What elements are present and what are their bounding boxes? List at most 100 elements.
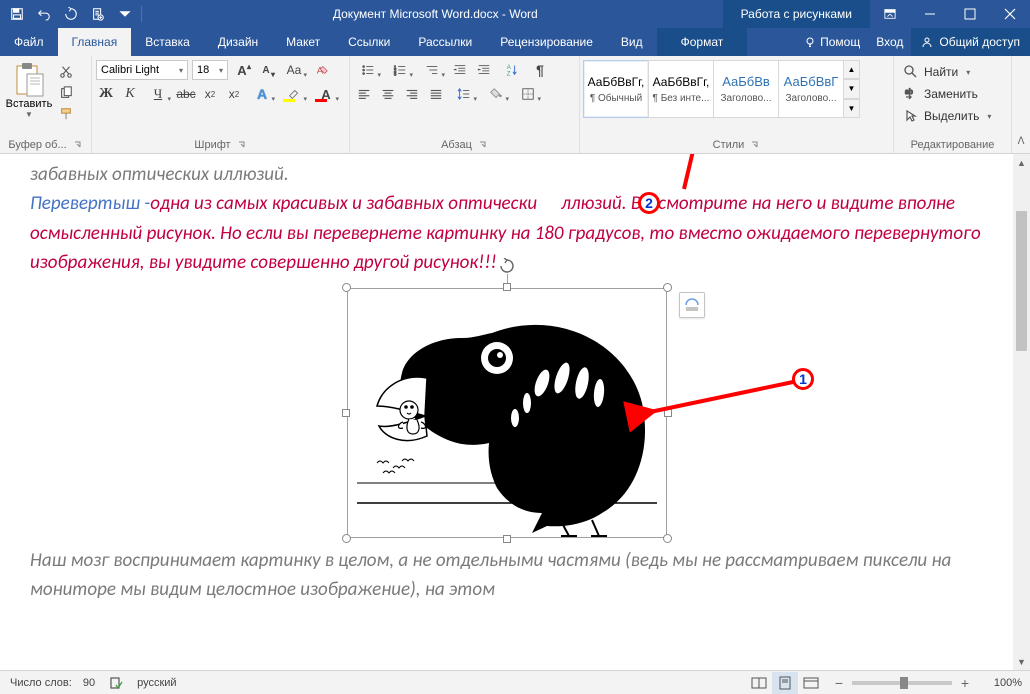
style-heading1[interactable]: АаБбВвЗаголово... <box>713 60 779 118</box>
find-button[interactable]: Найти▾ <box>904 62 991 82</box>
print-layout-button[interactable] <box>772 672 798 694</box>
resize-handle-s[interactable] <box>503 535 511 543</box>
styles-scroll-up[interactable]: ▲ <box>843 60 860 79</box>
minimize-button[interactable] <box>910 0 950 28</box>
borders-button[interactable]: ▾ <box>514 84 542 104</box>
tab-layout[interactable]: Макет <box>272 28 334 56</box>
font-size-combo[interactable]: 18▾ <box>192 60 228 80</box>
decrease-indent-button[interactable] <box>450 60 470 80</box>
tab-home[interactable]: Главная <box>58 28 132 56</box>
resize-handle-ne[interactable] <box>663 283 672 292</box>
read-mode-button[interactable] <box>746 672 772 694</box>
change-case-button[interactable]: Aa▾ <box>280 60 308 80</box>
clear-formatting-button[interactable]: A <box>312 60 332 80</box>
copy-button[interactable] <box>56 83 76 103</box>
zoom-out-button[interactable]: − <box>832 675 846 691</box>
font-dialog-launcher[interactable] <box>237 140 247 150</box>
justify-button[interactable] <box>426 84 446 104</box>
resize-handle-sw[interactable] <box>342 534 351 543</box>
status-bar: Число слов: 90 русский − + 100% <box>0 670 1030 694</box>
text-effects-button[interactable]: A▾ <box>248 84 276 104</box>
italic-button[interactable]: К <box>120 84 140 104</box>
scroll-up-button[interactable]: ▲ <box>1013 154 1030 171</box>
increase-indent-button[interactable] <box>474 60 494 80</box>
scroll-track[interactable] <box>1013 171 1030 653</box>
show-marks-button[interactable]: ¶ <box>530 60 550 80</box>
document-page[interactable]: забавных оптических иллюзий. Перевертыш … <box>0 154 1013 670</box>
share-button[interactable]: Общий доступ <box>911 28 1030 56</box>
multilevel-list-button[interactable]: ▾ <box>418 60 446 80</box>
login-button[interactable]: Вход <box>868 28 911 56</box>
language-status[interactable]: русский <box>137 677 176 689</box>
resize-handle-se[interactable] <box>663 534 672 543</box>
spellcheck-button[interactable] <box>109 676 123 690</box>
align-right-button[interactable] <box>402 84 422 104</box>
cut-button[interactable] <box>56 62 76 82</box>
word-count[interactable]: Число слов: 90 <box>10 677 95 689</box>
new-doc-button[interactable] <box>85 2 111 26</box>
scroll-thumb[interactable] <box>1016 211 1027 351</box>
web-layout-button[interactable] <box>798 672 824 694</box>
numbering-button[interactable]: 123▾ <box>386 60 414 80</box>
style-no-spacing[interactable]: АаБбВвГг,¶ Без инте... <box>648 60 714 118</box>
redo-button[interactable] <box>58 2 84 26</box>
close-button[interactable] <box>990 0 1030 28</box>
sort-button[interactable]: AZ <box>498 60 526 80</box>
select-button[interactable]: Выделить▾ <box>904 106 991 126</box>
font-color-button[interactable]: A▾ <box>312 84 340 104</box>
replace-button[interactable]: abЗаменить <box>904 84 991 104</box>
zoom-in-button[interactable]: + <box>958 675 972 691</box>
styles-dialog-launcher[interactable] <box>750 140 760 150</box>
scroll-down-button[interactable]: ▼ <box>1013 653 1030 670</box>
styles-expand[interactable]: ▼ <box>843 99 860 118</box>
highlight-button[interactable]: ▾ <box>280 84 308 104</box>
tab-references[interactable]: Ссылки <box>334 28 404 56</box>
shrink-font-button[interactable]: A▾ <box>256 60 276 80</box>
zoom-level[interactable]: 100% <box>978 677 1022 689</box>
bold-button[interactable]: Ж <box>96 84 116 104</box>
clipboard-dialog-launcher[interactable] <box>73 140 83 150</box>
tab-file[interactable]: Файл <box>0 28 58 56</box>
paste-button[interactable]: Вставить ▼ <box>4 60 54 119</box>
align-left-button[interactable] <box>354 84 374 104</box>
resize-handle-nw[interactable] <box>342 283 351 292</box>
paragraph-dialog-launcher[interactable] <box>478 140 488 150</box>
layout-options-button[interactable] <box>679 292 705 318</box>
shading-button[interactable]: ▾ <box>482 84 510 104</box>
grow-font-button[interactable]: A▴ <box>232 60 252 80</box>
resize-handle-n[interactable] <box>503 283 511 291</box>
rotate-handle[interactable] <box>499 258 515 274</box>
save-button[interactable] <box>4 2 30 26</box>
collapse-ribbon-button[interactable]: ᐱ <box>1012 56 1030 153</box>
styles-scroll-down[interactable]: ▼ <box>843 79 860 98</box>
style-heading2[interactable]: АаБбВвГЗаголово... <box>778 60 844 118</box>
maximize-button[interactable] <box>950 0 990 28</box>
tab-review[interactable]: Рецензирование <box>486 28 607 56</box>
style-normal[interactable]: АаБбВвГг,¶ Обычный <box>583 60 649 118</box>
zoom-slider[interactable] <box>852 681 952 685</box>
underline-button[interactable]: Ч▾ <box>144 84 172 104</box>
selection-outline <box>347 288 667 538</box>
tab-insert[interactable]: Вставка <box>131 28 204 56</box>
bullets-button[interactable]: ▾ <box>354 60 382 80</box>
tab-view[interactable]: Вид <box>607 28 657 56</box>
resize-handle-w[interactable] <box>342 409 350 417</box>
selected-image[interactable] <box>347 288 667 538</box>
tab-format[interactable]: Формат <box>657 28 748 56</box>
font-name-combo[interactable]: Calibri Light▾ <box>96 60 188 80</box>
line-spacing-button[interactable]: ▾ <box>450 84 478 104</box>
strikethrough-button[interactable]: abc <box>176 84 196 104</box>
tab-mailings[interactable]: Рассылки <box>404 28 486 56</box>
format-painter-button[interactable] <box>56 104 76 124</box>
undo-button[interactable] <box>31 2 57 26</box>
superscript-button[interactable]: x2 <box>224 84 244 104</box>
subscript-button[interactable]: x2 <box>200 84 220 104</box>
body-text: забавных оптических иллюзий. <box>30 160 983 189</box>
tell-me-search[interactable]: Помощ <box>796 28 868 56</box>
vertical-scrollbar[interactable]: ▲ ▼ <box>1013 154 1030 670</box>
tab-design[interactable]: Дизайн <box>204 28 272 56</box>
qat-customize[interactable] <box>112 2 138 26</box>
align-center-button[interactable] <box>378 84 398 104</box>
ribbon-options-button[interactable] <box>870 0 910 28</box>
zoom-thumb[interactable] <box>900 677 908 689</box>
